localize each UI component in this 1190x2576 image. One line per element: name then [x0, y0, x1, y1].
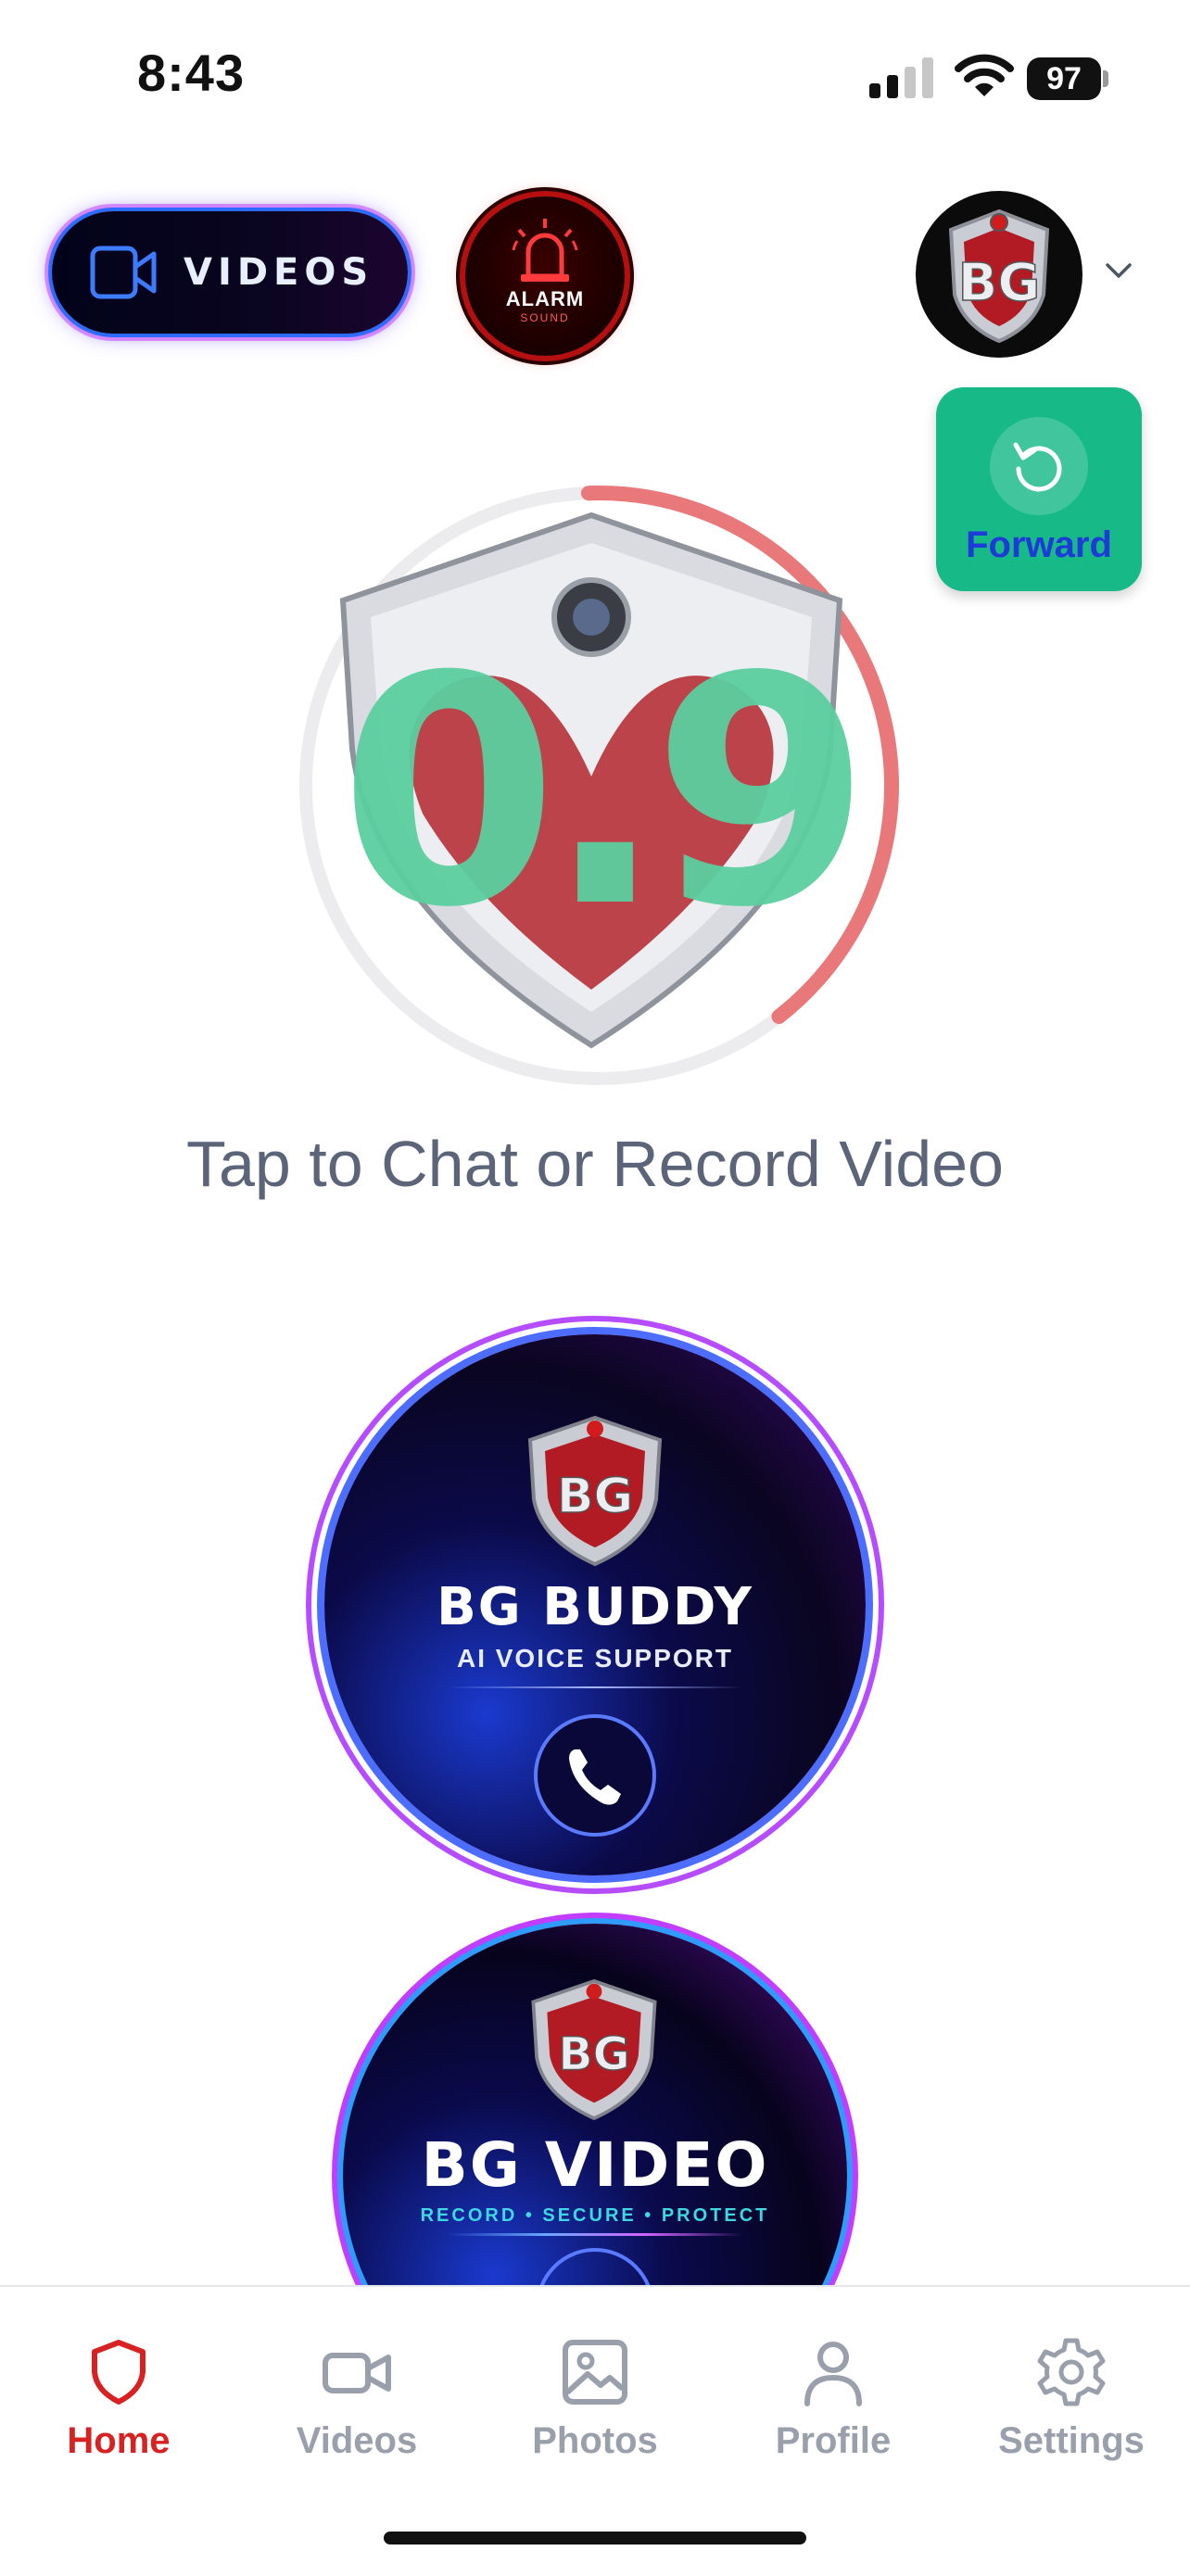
bg-video-subtitle: RECORD • SECURE • PROTECT	[420, 2205, 770, 2226]
svg-text:BG: BG	[557, 1469, 633, 1524]
videos-button[interactable]: VIDEOS	[52, 211, 408, 334]
image-icon	[563, 2340, 627, 2405]
tab-settings[interactable]: Settings	[969, 2335, 1173, 2462]
tab-profile-label: Profile	[775, 2420, 892, 2461]
svg-text:BG: BG	[558, 2029, 629, 2081]
tab-videos-label: Videos	[296, 2420, 418, 2461]
avatar[interactable]: BG	[916, 191, 1082, 358]
home-indicator	[384, 2532, 806, 2544]
record-caption: Tap to Chat or Record Video	[185, 1128, 1004, 1200]
rotate-icon	[1013, 442, 1062, 492]
bg-shield-icon: BG	[527, 1415, 663, 1567]
bg-buddy-title: BG BUDDY	[437, 1577, 753, 1637]
tab-home-label: Home	[67, 2420, 171, 2461]
tab-videos[interactable]: Videos	[255, 2335, 459, 2462]
svg-text:BG: BG	[958, 253, 1041, 313]
tab-home[interactable]: Home	[17, 2335, 221, 2462]
video-camera-icon	[323, 2353, 391, 2393]
bg-video-title: BG VIDEO	[421, 2129, 769, 2201]
bg-buddy-button[interactable]: BG BG BUDDY AI VOICE SUPPORT	[324, 1334, 866, 1875]
chevron-down-icon[interactable]	[1103, 259, 1134, 282]
phone-icon	[534, 1714, 656, 1837]
countdown-value: 0.9	[338, 610, 871, 977]
tab-photos-label: Photos	[532, 2420, 658, 2461]
shield-icon	[92, 2340, 146, 2405]
video-camera-icon	[90, 246, 157, 299]
forward-button-label: Forward	[966, 524, 1112, 565]
person-icon	[804, 2342, 862, 2406]
gear-icon	[1037, 2338, 1106, 2406]
bg-logo-icon: BG	[948, 208, 1050, 344]
battery-indicator: 97	[1027, 57, 1110, 100]
forward-button[interactable]: Forward	[936, 387, 1142, 591]
wifi-icon	[955, 54, 1014, 96]
tab-settings-label: Settings	[998, 2420, 1145, 2461]
status-time: 8:43	[137, 44, 246, 102]
cellular-signal-icon	[869, 57, 933, 98]
record-chat-button[interactable]: 0.9	[284, 471, 914, 1101]
alarm-siren-icon	[512, 219, 578, 282]
videos-button-label: VIDEOS	[184, 251, 374, 294]
bg-shield-icon: BG	[531, 1978, 657, 2121]
bg-buddy-subtitle: AI VOICE SUPPORT	[456, 1644, 734, 1673]
alarm-label: ALARM	[505, 287, 585, 310]
alarm-sublabel: SOUND	[520, 311, 570, 324]
tab-profile[interactable]: Profile	[731, 2335, 935, 2462]
battery-level: 97	[1027, 57, 1101, 100]
tab-photos[interactable]: Photos	[493, 2335, 697, 2462]
alarm-sound-button[interactable]: ALARM SOUND	[465, 196, 625, 356]
